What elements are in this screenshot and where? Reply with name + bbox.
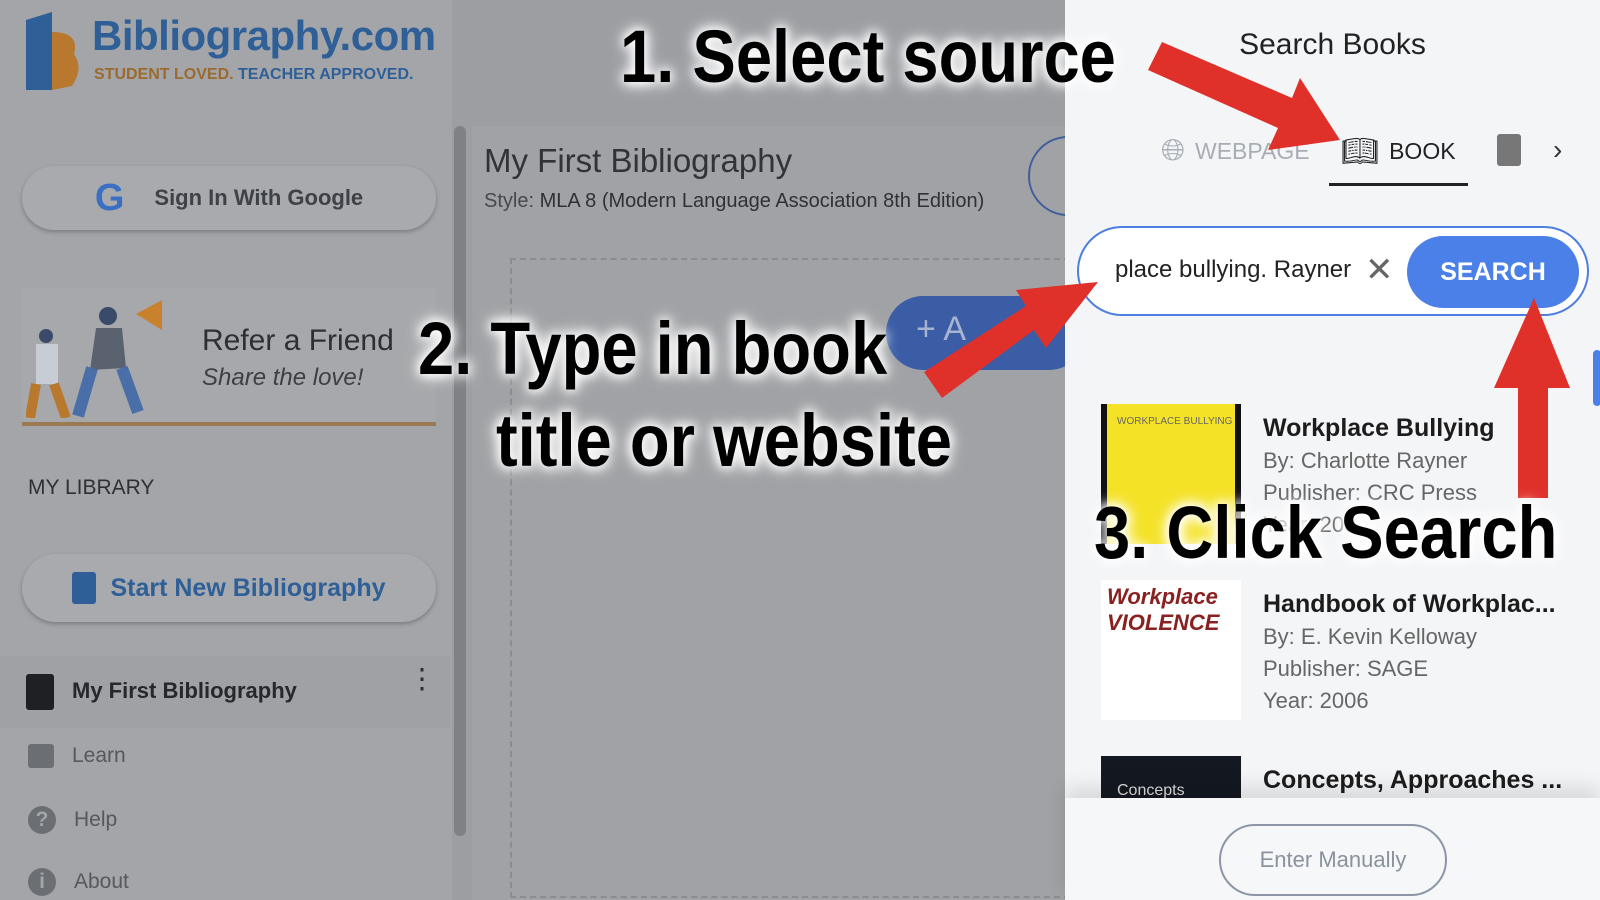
bookmark-book-icon	[26, 674, 54, 710]
annotation-step2-line1: 2. Type in book	[418, 307, 888, 390]
refer-subtitle: Share the love!	[202, 364, 364, 391]
refer-title: Refer a Friend	[202, 324, 394, 357]
question-icon: ?	[28, 806, 56, 834]
tagline-1: STUDENT LOVED.	[94, 66, 234, 83]
panel-scrollbar[interactable]	[1593, 350, 1600, 406]
info-icon: i	[28, 868, 56, 896]
result-item[interactable]: Concepts Concepts, Approaches ...	[1101, 756, 1571, 798]
cover-text: WORKPLACE BULLYING	[1117, 416, 1233, 427]
logo-icon	[26, 12, 79, 90]
nav-help-label: Help	[74, 808, 118, 831]
start-new-bibliography-button[interactable]: Start New Bibliography	[22, 554, 436, 622]
result-author: By: Charlotte Rayner	[1263, 448, 1468, 473]
search-input[interactable]	[1115, 256, 1365, 284]
logo-tagline: STUDENT LOVED. TEACHER APPROVED.	[94, 66, 413, 84]
enter-manually-button[interactable]: Enter Manually	[1219, 824, 1447, 896]
tab-book[interactable]: 📖︎ BOOK	[1329, 134, 1468, 186]
book-icon: 📖︎	[1341, 135, 1380, 168]
more-options-icon[interactable]: ⋮	[408, 665, 436, 693]
new-bibliography-label: Start New Bibliography	[110, 573, 386, 602]
globe-icon: 🌐︎	[1161, 134, 1185, 167]
google-signin-label: Sign In With Google	[154, 185, 364, 210]
result-title: Workplace Bullying	[1263, 414, 1495, 442]
book-cover: Workplace VIOLENCE	[1101, 580, 1241, 720]
megaphone-illustration-icon	[26, 300, 162, 418]
tab-book-label: BOOK	[1389, 138, 1456, 164]
result-item[interactable]: Workplace VIOLENCE Handbook of Workplac.…	[1101, 580, 1571, 730]
cover-text: Concepts	[1117, 782, 1185, 798]
chevron-right-icon[interactable]: ›	[1553, 134, 1562, 166]
sidebar-scrollbar[interactable]	[454, 126, 466, 836]
result-publisher: Publisher: SAGE	[1263, 656, 1429, 681]
google-icon: G	[94, 176, 125, 219]
page-title: My First Bibliography	[484, 142, 793, 179]
panel-title: Search Books	[1239, 28, 1426, 61]
sidebar: Bibliography.com STUDENT LOVED. TEACHER …	[0, 0, 452, 900]
nav-learn-label: Learn	[72, 744, 126, 767]
style-value: MLA 8 (Modern Language Association 8th E…	[539, 190, 985, 212]
nav-learn[interactable]: Learn	[28, 744, 126, 768]
result-title: Concepts, Approaches ...	[1263, 766, 1563, 794]
cover-text: Workplace VIOLENCE	[1107, 584, 1220, 635]
annotation-step3: 3. Click Search	[1094, 491, 1558, 574]
result-author: By: E. Kevin Kelloway	[1263, 624, 1477, 649]
result-year: Year: 2006	[1263, 688, 1369, 713]
nav-about[interactable]: i About	[28, 868, 129, 896]
document-icon	[1497, 134, 1521, 166]
library-heading: MY LIBRARY	[28, 476, 155, 499]
bibliography-item-label: My First Bibliography	[72, 678, 297, 703]
tab-webpage-label: WEBPAGE	[1195, 137, 1310, 164]
bibliography-item[interactable]: My First Bibliography ⋮	[0, 656, 450, 728]
new-bibliography-icon	[72, 572, 97, 604]
search-books-panel: Search Books 🌐︎ WEBPAGE 📖︎ BOOK › ✕ SEARCH…	[1065, 0, 1600, 900]
search-bar: ✕ SEARCH	[1077, 226, 1589, 316]
result-title: Handbook of Workplac...	[1263, 590, 1556, 618]
book-cover: Concepts	[1101, 756, 1241, 798]
search-button[interactable]: SEARCH	[1407, 236, 1579, 308]
book-reader-icon	[28, 744, 54, 768]
nav-about-label: About	[74, 870, 129, 893]
main-content: My First Bibliography Style: MLA 8 (Mode…	[472, 126, 1108, 900]
style-label: Style:	[484, 190, 535, 212]
annotation-step1: 1. Select source	[620, 15, 1116, 98]
clear-icon[interactable]: ✕	[1365, 250, 1394, 290]
annotation-step2-line2: title or website	[496, 399, 952, 482]
panel-footer: Enter Manually	[1065, 798, 1600, 900]
tagline-2: TEACHER APPROVED.	[238, 66, 414, 83]
google-signin-button[interactable]: G Sign In With Google	[22, 166, 436, 230]
refer-friend-card[interactable]: Refer a Friend Share the love!	[22, 288, 436, 426]
add-citation-button[interactable]: + A	[886, 296, 1086, 370]
logo-title: Bibliography.com	[92, 12, 436, 59]
tab-webpage[interactable]: 🌐︎ WEBPAGE	[1161, 134, 1310, 168]
nav-help[interactable]: ? Help	[28, 806, 117, 834]
tab-document[interactable]	[1497, 134, 1521, 166]
citation-style: Style: MLA 8 (Modern Language Associatio…	[484, 190, 984, 213]
